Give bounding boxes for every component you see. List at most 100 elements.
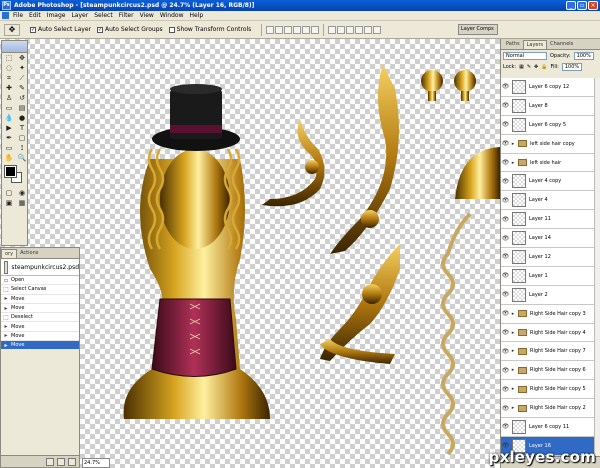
lasso-tool-icon[interactable]: ◌ — [3, 64, 15, 73]
quick-mask-icon[interactable]: ◉ — [16, 189, 28, 198]
screen-mode-icon[interactable]: ▣ — [3, 199, 15, 208]
visibility-eye-icon[interactable]: 👁 — [501, 197, 510, 204]
history-item-selected[interactable]: ▸ Move — [1, 341, 79, 351]
visibility-eye-icon[interactable]: 👁 — [501, 235, 510, 242]
history-item[interactable]: ▸ Move — [1, 322, 79, 332]
visibility-eye-icon[interactable]: 👁 — [501, 329, 510, 336]
history-item[interactable]: ▸ Move — [1, 332, 79, 342]
foreground-color-swatch[interactable] — [4, 165, 17, 178]
crop-tool-icon[interactable]: ⌗ — [3, 74, 15, 83]
layer-row[interactable]: 👁 Layer 14 — [501, 229, 600, 249]
blur-tool-icon[interactable]: 💧 — [3, 114, 15, 123]
history-item[interactable]: ▸ Move — [1, 304, 79, 314]
layer-row[interactable]: 👁 Layer 6 copy 5 — [501, 116, 600, 135]
minimize-button[interactable]: _ — [566, 1, 576, 10]
zoom-tool-icon[interactable]: 🔍 — [16, 154, 28, 163]
visibility-eye-icon[interactable]: 👁 — [501, 140, 510, 147]
menu-view[interactable]: View — [140, 12, 154, 19]
visibility-eye-icon[interactable]: 👁 — [501, 310, 510, 317]
visibility-eye-icon[interactable]: 👁 — [501, 367, 510, 374]
document-icon[interactable] — [2, 12, 9, 19]
auto-select-layer-checkbox[interactable]: ✓ Auto Select Layer — [30, 26, 91, 33]
eraser-tool-icon[interactable]: ▭ — [3, 104, 15, 113]
new-document-icon[interactable] — [46, 457, 54, 466]
history-item[interactable]: ▸ Move — [1, 295, 79, 304]
layer-group-row[interactable]: 👁 ▸ Right Side Hair copy 3 — [501, 305, 600, 324]
expand-arrow-icon[interactable]: ▸ — [510, 311, 516, 317]
fill-input[interactable]: 100% — [561, 62, 583, 71]
align-vcenter-icon[interactable] — [275, 25, 284, 34]
layer-row[interactable]: 👁 Layer 6 copy 12 — [501, 78, 600, 97]
align-bottom-icon[interactable] — [284, 25, 293, 34]
visibility-eye-icon[interactable]: 👁 — [501, 178, 510, 185]
layers-scrollbar[interactable] — [594, 78, 600, 456]
layer-row[interactable]: 👁 Layer 4 copy — [501, 172, 600, 192]
layer-row[interactable]: 👁 Layer 1 — [501, 267, 600, 286]
visibility-eye-icon[interactable]: 👁 — [501, 272, 510, 279]
lock-transparency-icon[interactable]: ▦ — [519, 64, 524, 70]
distribute-left-icon[interactable] — [355, 25, 364, 34]
history-brush-tool-icon[interactable]: ↺ — [16, 94, 28, 103]
layer-group-row[interactable]: 👁 ▸ Right Side Hair copy 6 — [501, 361, 600, 381]
history-snapshot[interactable]: steampunkcircus2.psd — [1, 259, 79, 276]
layer-row[interactable]: 👁 Layer 11 — [501, 210, 600, 230]
layer-group-row[interactable]: 👁 ▸ Right Side Hair copy 4 — [501, 324, 600, 343]
gradient-tool-icon[interactable]: ▤ — [16, 104, 28, 113]
expand-arrow-icon[interactable]: ▸ — [510, 141, 516, 147]
move-tool-preset-icon[interactable]: ✥ — [4, 23, 20, 36]
visibility-eye-icon[interactable]: 👁 — [501, 159, 510, 166]
hand-tool-icon[interactable]: ✋ — [3, 154, 15, 163]
close-button[interactable]: × — [588, 1, 598, 10]
distribute-vcenter-icon[interactable] — [337, 25, 346, 34]
expand-arrow-icon[interactable]: ▸ — [510, 330, 516, 336]
expand-arrow-icon[interactable]: ▸ — [510, 160, 516, 166]
visibility-eye-icon[interactable]: 👁 — [501, 216, 510, 223]
healing-brush-tool-icon[interactable]: ✚ — [3, 84, 15, 93]
layer-group-row[interactable]: 👁 ▸ left side hair copy — [501, 135, 600, 154]
expand-arrow-icon[interactable]: ▸ — [510, 386, 516, 392]
type-tool-icon[interactable]: T — [16, 124, 28, 133]
history-item[interactable]: ⬚ Select Canvas — [1, 285, 79, 295]
expand-arrow-icon[interactable]: ▸ — [510, 367, 516, 373]
visibility-eye-icon[interactable]: 👁 — [501, 405, 510, 412]
visibility-eye-icon[interactable]: 👁 — [501, 253, 510, 260]
restore-button[interactable]: ▫ — [577, 1, 587, 10]
layer-row[interactable]: 👁 Layer 4 — [501, 191, 600, 211]
menu-help[interactable]: Help — [190, 12, 204, 19]
shape-tool-icon[interactable]: ▢ — [16, 134, 28, 143]
distribute-top-icon[interactable] — [328, 25, 337, 34]
toolbox-header[interactable] — [2, 41, 27, 53]
align-hcenter-icon[interactable] — [302, 25, 311, 34]
align-right-icon[interactable] — [311, 25, 320, 34]
menu-layer[interactable]: Layer — [71, 12, 88, 19]
expand-arrow-icon[interactable]: ▸ — [510, 348, 516, 354]
layer-row[interactable]: 👁 Layer 8 — [501, 97, 600, 116]
magic-wand-tool-icon[interactable]: ✦ — [16, 64, 28, 73]
menu-edit[interactable]: Edit — [29, 12, 41, 19]
marquee-tool-icon[interactable]: ⬚ — [3, 54, 15, 63]
menu-file[interactable]: File — [13, 12, 23, 19]
history-item[interactable]: ▫ Open — [1, 276, 79, 286]
visibility-eye-icon[interactable]: 👁 — [501, 386, 510, 393]
menu-select[interactable]: Select — [94, 12, 113, 19]
notes-tool-icon[interactable]: ▭ — [3, 144, 15, 153]
tab-channels[interactable]: Channels — [547, 40, 576, 49]
layer-group-row[interactable]: 👁 ▸ Right Side Hair copy 2 — [501, 399, 600, 419]
menu-window[interactable]: Window — [160, 12, 184, 19]
visibility-eye-icon[interactable]: 👁 — [501, 121, 510, 128]
eyedropper-tool-icon[interactable]: ⟟ — [16, 144, 28, 153]
menu-filter[interactable]: Filter — [119, 12, 134, 19]
slice-tool-icon[interactable]: ⟋ — [16, 74, 28, 83]
visibility-eye-icon[interactable]: 👁 — [501, 83, 510, 90]
pen-tool-icon[interactable]: ✒ — [3, 134, 15, 143]
blend-mode-select[interactable]: Normal — [503, 51, 547, 60]
full-screen-icon[interactable]: ▦ — [16, 199, 28, 208]
align-left-icon[interactable] — [293, 25, 302, 34]
clone-stamp-tool-icon[interactable]: ♙ — [3, 94, 15, 103]
path-selection-tool-icon[interactable]: ▶ — [3, 124, 15, 133]
layer-group-row[interactable]: 👁 ▸ left side hair — [501, 154, 600, 173]
layer-group-row[interactable]: 👁 ▸ Right Side Hair copy 7 — [501, 342, 600, 362]
tab-paths[interactable]: Paths — [503, 40, 523, 49]
distribute-right-icon[interactable] — [373, 25, 382, 34]
distribute-bottom-icon[interactable] — [346, 25, 355, 34]
